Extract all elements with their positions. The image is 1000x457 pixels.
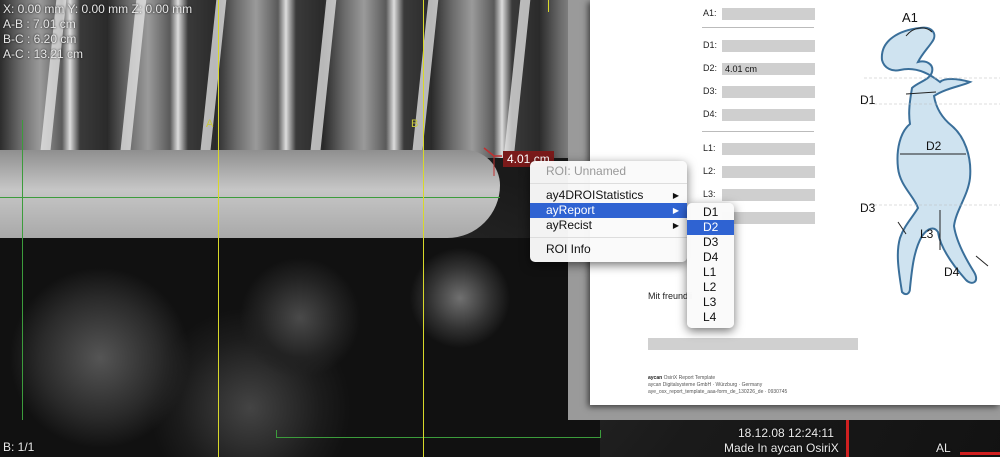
red-marker	[960, 452, 1000, 455]
aorta-diagram: A1 D1 D2 D3 L3 D4	[860, 10, 1000, 296]
signature-field	[648, 338, 858, 350]
submenu-item-l2[interactable]: L2	[687, 280, 734, 295]
abdomen-image	[0, 238, 600, 457]
diagram-label-d2: D2	[926, 139, 942, 153]
menu-item-roi-info[interactable]: ROI Info	[530, 242, 687, 257]
orientation-label: AL	[936, 441, 951, 455]
field-value[interactable]	[722, 143, 815, 155]
distance-ac: A-C : 13.21 cm	[3, 47, 84, 61]
ayreport-submenu[interactable]: D1 D2 D3 D4 L1 L2 L3 L4	[687, 203, 734, 328]
menu-separator	[530, 237, 687, 238]
submenu-arrow-icon: ▶	[672, 206, 679, 215]
green-reference-line-left	[22, 120, 23, 420]
diagram-label-d4: D4	[944, 265, 960, 279]
field-label: L3:	[703, 189, 716, 199]
menu-separator	[530, 183, 687, 184]
field-value[interactable]	[722, 109, 815, 121]
menu-item-ayrecist[interactable]: ayRecist ▶	[530, 218, 687, 233]
footer-company: aycan Digitalsysteme GmbH · Würzburg · G…	[648, 382, 763, 388]
field-label: L1:	[703, 143, 716, 153]
line-c[interactable]	[548, 0, 549, 12]
scale-tick	[276, 430, 277, 438]
field-label: D4:	[703, 109, 718, 119]
submenu-arrow-icon: ▶	[672, 191, 679, 200]
field-label: L2:	[703, 166, 716, 176]
field-label: D2:	[703, 63, 718, 73]
submenu-item-d3[interactable]: D3	[687, 235, 734, 250]
submenu-item-l4[interactable]: L4	[687, 310, 734, 325]
greeting-text: Mit freundli	[648, 291, 693, 301]
field-value[interactable]	[722, 86, 815, 98]
credit-text: Made In aycan OsiriX	[724, 441, 839, 455]
study-datetime: 18.12.08 12:24:11	[738, 426, 834, 440]
menu-item-ay4droistatistics[interactable]: ay4DROIStatistics ▶	[530, 188, 687, 203]
field-value[interactable]	[722, 212, 815, 224]
scale-tick	[600, 430, 601, 438]
field-value[interactable]	[722, 8, 815, 20]
menu-item-ayreport[interactable]: ayReport ▶	[530, 203, 687, 218]
field-value[interactable]	[722, 189, 815, 201]
submenu-arrow-icon: ▶	[672, 221, 679, 230]
field-label: D3:	[703, 86, 718, 96]
footer-file: aye_osx_report_template_aaa-form_de_1302…	[648, 389, 788, 395]
line-a[interactable]	[218, 0, 219, 457]
divider	[702, 27, 814, 28]
field-value[interactable]	[722, 40, 815, 52]
field-value[interactable]	[722, 166, 815, 178]
diagram-label-l3: L3	[920, 227, 934, 241]
line-b-label: B	[411, 118, 419, 130]
divider	[702, 131, 814, 132]
field-label: A1:	[703, 8, 717, 18]
line-a-label: A	[206, 118, 214, 130]
red-marker	[846, 420, 849, 457]
aorta-image	[0, 150, 500, 238]
footer-brand: aycan OsiriX Report Template	[648, 375, 716, 381]
submenu-item-l1[interactable]: L1	[687, 265, 734, 280]
submenu-item-d4[interactable]: D4	[687, 250, 734, 265]
submenu-item-l3[interactable]: L3	[687, 295, 734, 310]
line-b[interactable]	[423, 0, 424, 457]
distance-bc: B-C : 6.20 cm	[3, 32, 77, 46]
field-label: D1:	[703, 40, 718, 50]
green-scale-bar	[276, 437, 601, 438]
menu-header-roi: ROI: Unnamed	[546, 164, 627, 178]
submenu-item-d1[interactable]: D1	[687, 205, 734, 220]
distance-ab: A-B : 7.01 cm	[3, 17, 76, 31]
spine-image	[0, 0, 568, 158]
roi-context-menu[interactable]: ROI: Unnamed ay4DROIStatistics ▶ ayReport…	[530, 161, 687, 262]
diagram-label-d1: D1	[860, 93, 876, 107]
green-reference-line	[0, 197, 500, 198]
submenu-item-d2[interactable]: D2	[687, 220, 734, 235]
field-value[interactable]: 4.01 cm	[722, 63, 815, 75]
diagram-label-a1: A1	[902, 10, 918, 25]
diagram-label-d3: D3	[860, 201, 876, 215]
coordinates-readout: X: 0.00 mm Y: 0.00 mm Z: 0.00 mm	[3, 2, 193, 16]
series-indicator: B: 1/1	[3, 440, 35, 454]
